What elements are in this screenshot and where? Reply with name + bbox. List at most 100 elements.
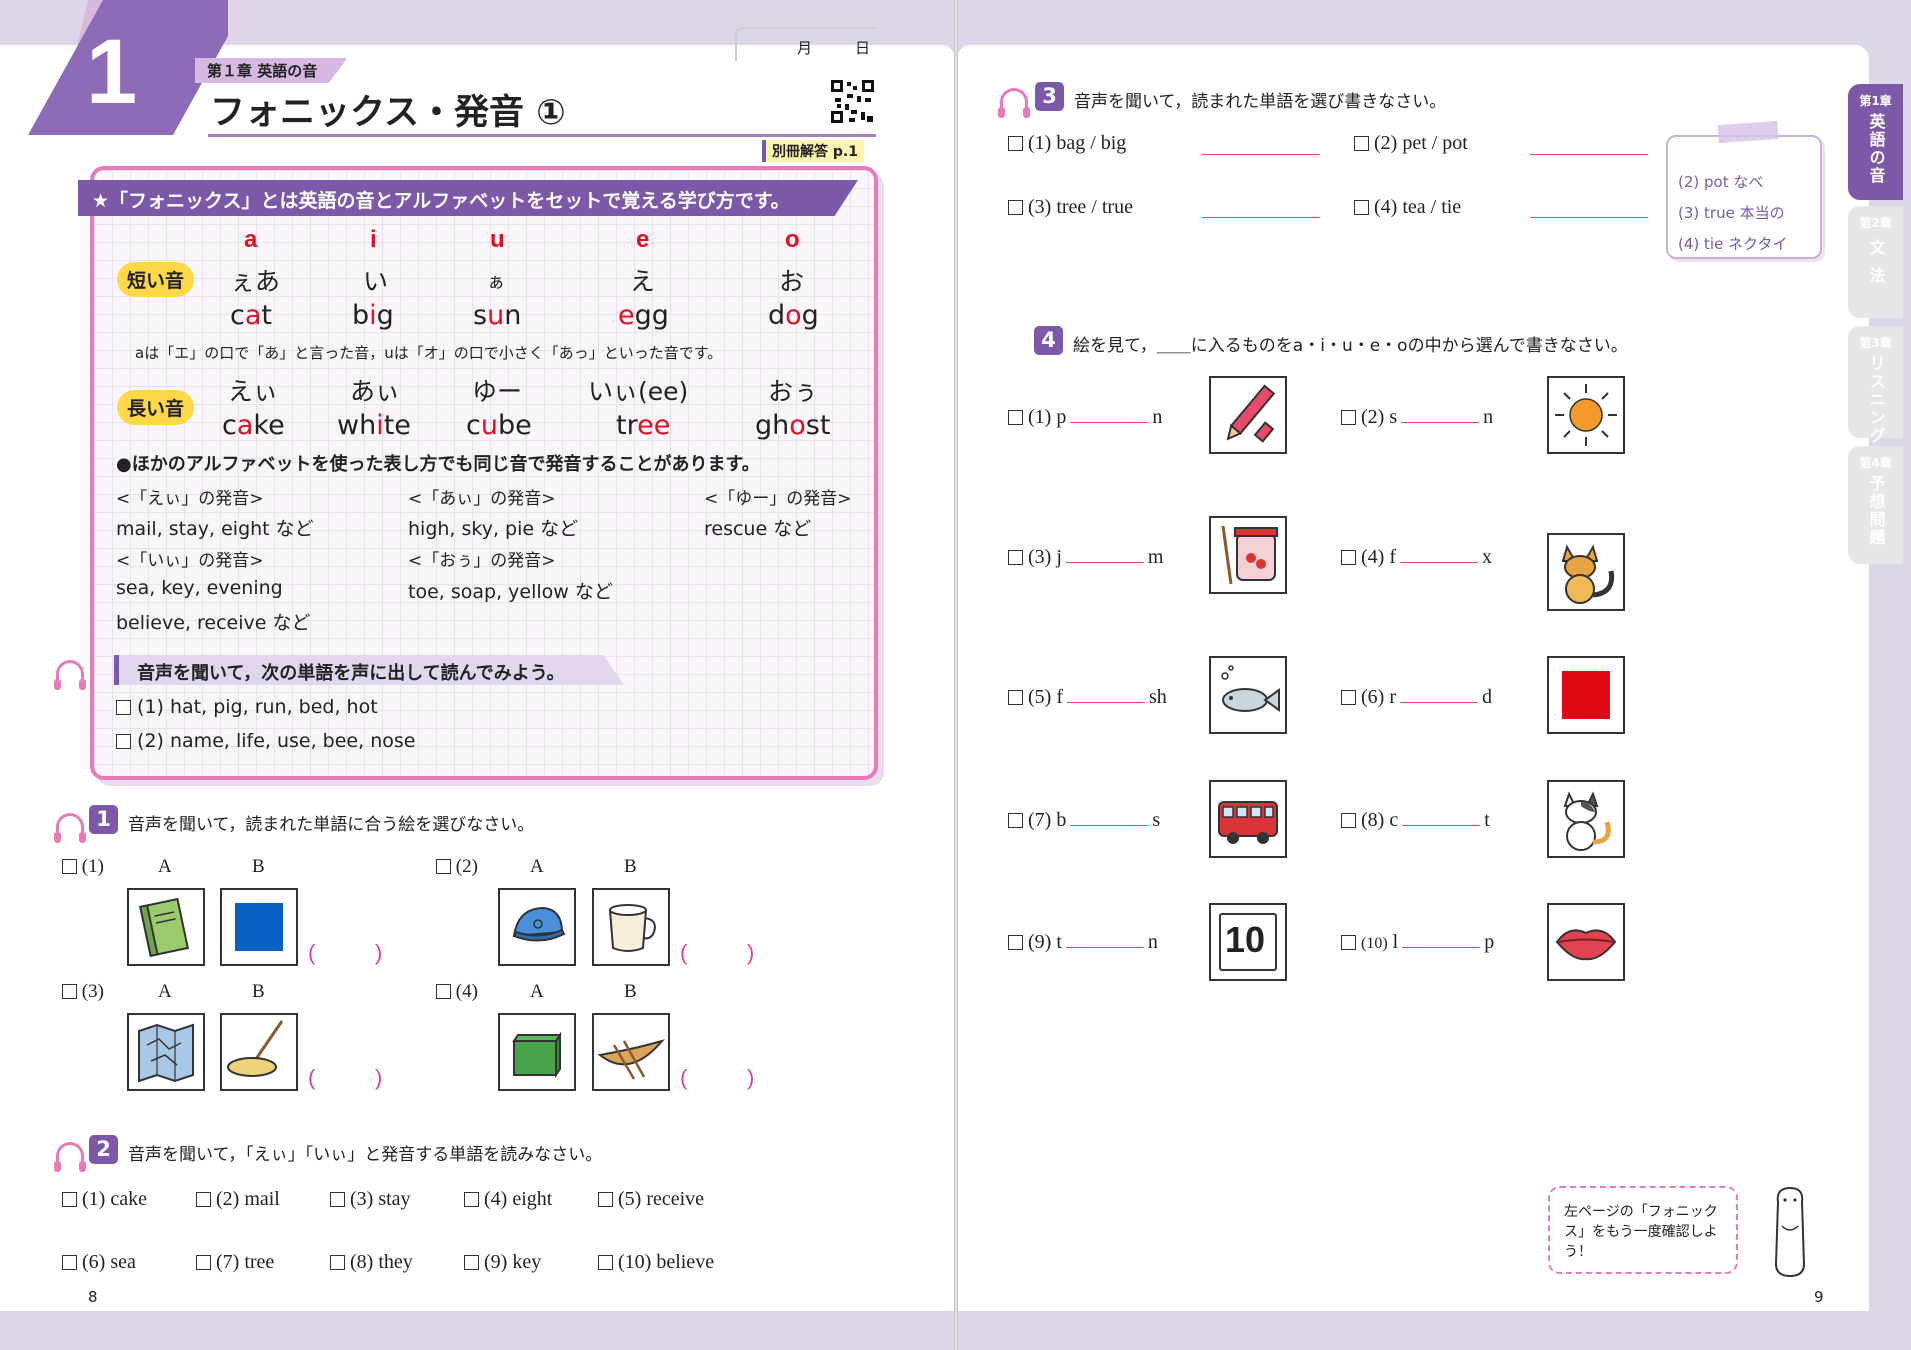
q2-item[interactable]: (7) tree: [196, 1251, 274, 1274]
checkbox[interactable]: [1008, 200, 1023, 215]
checkbox[interactable]: [1008, 813, 1023, 828]
answer-paren-open: (: [308, 940, 316, 965]
answer-blank[interactable]: [1070, 808, 1149, 826]
q2-item[interactable]: (3) stay: [330, 1188, 411, 1211]
cap-icon[interactable]: [498, 888, 576, 966]
red-square-icon: [1547, 656, 1625, 734]
checkbox[interactable]: [1341, 690, 1356, 705]
checkbox[interactable]: [1008, 550, 1023, 565]
q4-item-5: (5) f sh: [1008, 685, 1178, 709]
tab-chapter-1[interactable]: 第1章 英語の音: [1848, 84, 1903, 200]
short-kana: お: [779, 267, 805, 296]
listen-item-2[interactable]: (2) name, life, use, bee, nose: [116, 730, 415, 752]
q2-item[interactable]: (2) mail: [196, 1188, 280, 1211]
answer-blank[interactable]: [1070, 405, 1149, 423]
boat-icon[interactable]: [592, 1013, 670, 1091]
answer-blank[interactable]: [1530, 130, 1648, 155]
q2-item[interactable]: (9) key: [464, 1251, 541, 1274]
answer-blank[interactable]: [1400, 545, 1478, 563]
tab-chapter-label: 第1章: [1859, 94, 1892, 108]
jam-icon: [1209, 516, 1287, 594]
date-box: 月 日: [735, 27, 877, 61]
checkbox[interactable]: [1008, 136, 1023, 151]
short-kana: い: [363, 267, 389, 296]
q1-option-b-label: B: [624, 981, 637, 1002]
headphone-icon: [54, 1142, 86, 1172]
checkbox[interactable]: [1341, 935, 1356, 950]
checkbox[interactable]: [62, 859, 77, 874]
answer-blank[interactable]: [1065, 545, 1144, 563]
short-kana: ぇあ: [230, 267, 281, 296]
answer-blank[interactable]: [1065, 930, 1144, 948]
q4-item-6: (6) rd: [1341, 685, 1511, 709]
jam-graphic: [1221, 525, 1278, 585]
checkbox[interactable]: [116, 700, 131, 715]
book-gutter: [954, 0, 958, 1350]
checkbox[interactable]: [436, 984, 451, 999]
answer-blank[interactable]: [1402, 808, 1481, 826]
answer-blank[interactable]: [1202, 130, 1320, 155]
tab-chapter-label: 第2章: [1859, 216, 1892, 230]
checkbox[interactable]: [116, 734, 131, 749]
bus-icon: [1209, 780, 1287, 858]
q2-item[interactable]: (10) believe: [598, 1251, 714, 1274]
checkbox[interactable]: [330, 1192, 345, 1207]
short-kana: え: [630, 267, 656, 296]
tab-chapter-3[interactable]: 第3章 リスニング: [1848, 326, 1903, 445]
checkbox[interactable]: [1341, 410, 1356, 425]
notebook-icon[interactable]: [127, 888, 205, 966]
answer-blank[interactable]: [1400, 685, 1478, 703]
checkbox[interactable]: [1341, 813, 1356, 828]
chapter-label: 第１章 英語の音: [195, 58, 348, 83]
checkbox[interactable]: [1341, 550, 1356, 565]
checkbox[interactable]: [330, 1255, 345, 1270]
checkbox[interactable]: [62, 1192, 77, 1207]
answer-paren-close: ): [375, 940, 383, 965]
q3-item-4[interactable]: (4) tea / tie: [1354, 196, 1461, 219]
checkbox[interactable]: [1354, 200, 1369, 215]
checkbox[interactable]: [464, 1255, 479, 1270]
checkbox[interactable]: [598, 1192, 613, 1207]
checkbox[interactable]: [464, 1192, 479, 1207]
fox-icon: [1547, 533, 1625, 611]
blue-square-icon[interactable]: [220, 888, 298, 966]
cup-icon[interactable]: [592, 888, 670, 966]
q2-item[interactable]: (5) receive: [598, 1188, 704, 1211]
checkbox[interactable]: [196, 1255, 211, 1270]
tab-chapter-4[interactable]: 第4章 予想問題: [1848, 446, 1903, 564]
checkbox[interactable]: [1008, 690, 1023, 705]
checkbox[interactable]: [1008, 410, 1023, 425]
tab-chapter-2[interactable]: 第2章 文法: [1848, 206, 1903, 318]
answer-blank[interactable]: [1402, 930, 1481, 948]
answer-blank[interactable]: [1401, 405, 1480, 423]
checkbox[interactable]: [62, 1255, 77, 1270]
q2-item[interactable]: (4) eight: [464, 1188, 552, 1211]
q3-item-3[interactable]: (3) tree / true: [1008, 196, 1133, 219]
checkbox[interactable]: [196, 1192, 211, 1207]
answer-blank[interactable]: [1202, 193, 1320, 218]
vowel-letter: a: [244, 226, 258, 253]
checkbox[interactable]: [62, 984, 77, 999]
answer-blank[interactable]: [1530, 193, 1648, 218]
q2-item[interactable]: (6) sea: [62, 1251, 136, 1274]
checkbox[interactable]: [436, 859, 451, 874]
q2-item[interactable]: (8) they: [330, 1251, 413, 1274]
listen-item-1[interactable]: (1) hat, pig, run, bed, hot: [116, 696, 378, 718]
cap-graphic: [512, 906, 566, 942]
box-icon[interactable]: [498, 1013, 576, 1091]
q4-item-2: (2) sn: [1341, 405, 1511, 429]
checkbox[interactable]: [1354, 136, 1369, 151]
note-line-1: (2) pot なべ: [1678, 173, 1764, 191]
tab-chapter-title: 予想問題: [1866, 475, 1886, 547]
q3-item-1[interactable]: (1) bag / big: [1008, 132, 1126, 155]
checkbox[interactable]: [1008, 935, 1023, 950]
checkbox[interactable]: [598, 1255, 613, 1270]
q2-item[interactable]: (1) cake: [62, 1188, 147, 1211]
answer-blank[interactable]: [1067, 685, 1145, 703]
q3-item-2[interactable]: (2) pet / pot: [1354, 132, 1468, 155]
mop-icon[interactable]: [220, 1013, 298, 1091]
answer-paren-close: ): [375, 1065, 383, 1090]
blue-square-graphic: [235, 903, 283, 951]
map-icon[interactable]: [127, 1013, 205, 1091]
cat-icon: [1547, 780, 1625, 858]
